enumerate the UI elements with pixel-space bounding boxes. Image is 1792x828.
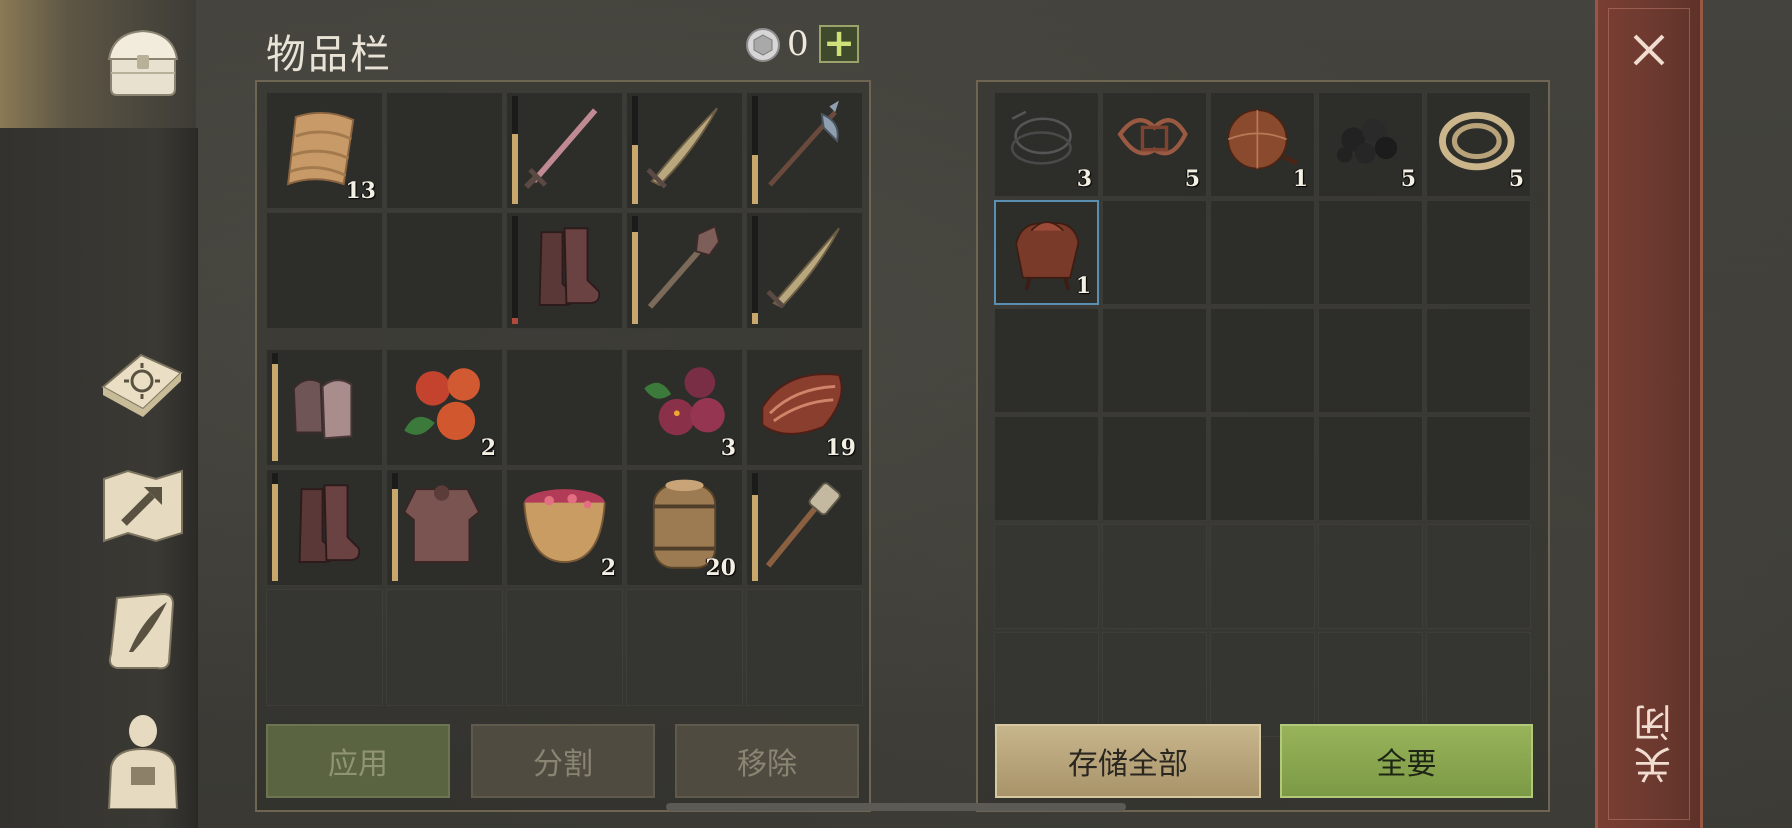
item-quantity: 1 xyxy=(1075,273,1091,299)
empty-slot[interactable] xyxy=(994,308,1099,413)
item-quantity: 3 xyxy=(720,435,736,461)
item-quantity: 19 xyxy=(825,435,856,461)
item-quantity: 5 xyxy=(1508,166,1524,192)
item-slot[interactable] xyxy=(746,469,863,586)
empty-slot[interactable] xyxy=(1210,632,1315,737)
empty-slot[interactable] xyxy=(1210,200,1315,305)
page-title: 物品栏 xyxy=(266,32,392,78)
empty-slot[interactable] xyxy=(386,589,503,706)
item-slot[interactable]: 3 xyxy=(626,349,743,466)
currency-value: 0 xyxy=(787,24,809,64)
item-slot[interactable]: 5 xyxy=(1102,92,1207,197)
empty-slot[interactable] xyxy=(1318,308,1423,413)
item-slot[interactable] xyxy=(746,212,863,329)
scrollbar[interactable] xyxy=(666,803,1126,811)
equipment-grid: 13 xyxy=(266,92,863,329)
store-all-button[interactable]: 存储全部 xyxy=(995,724,1261,798)
item-slot[interactable] xyxy=(386,469,503,586)
item-slot[interactable]: 1 xyxy=(994,200,1099,305)
item-slot[interactable]: 2 xyxy=(506,469,623,586)
empty-slot[interactable] xyxy=(506,349,623,466)
empty-slot[interactable] xyxy=(1318,632,1423,737)
item-slot[interactable] xyxy=(266,469,383,586)
chest-icon[interactable] xyxy=(98,18,188,108)
silver-coin-icon xyxy=(746,28,780,62)
item-slot[interactable]: 13 xyxy=(266,92,383,209)
empty-slot[interactable] xyxy=(1210,416,1315,521)
left-nav-divider xyxy=(196,128,198,828)
empty-slot[interactable] xyxy=(1426,416,1531,521)
empty-slot[interactable] xyxy=(994,524,1099,629)
item-slot[interactable]: 20 xyxy=(626,469,743,586)
item-quantity: 13 xyxy=(345,178,376,204)
item-slot[interactable] xyxy=(266,349,383,466)
item-slot[interactable]: 19 xyxy=(746,349,863,466)
item-quantity: 5 xyxy=(1400,166,1416,192)
empty-slot[interactable] xyxy=(1102,524,1207,629)
item-quantity: 1 xyxy=(1292,166,1308,192)
empty-slot[interactable] xyxy=(1426,308,1531,413)
item-slot[interactable]: 5 xyxy=(1318,92,1423,197)
empty-slot[interactable] xyxy=(506,589,623,706)
item-quantity: 2 xyxy=(600,555,616,581)
map-arrow-icon[interactable] xyxy=(98,460,188,550)
item-slot[interactable] xyxy=(626,92,743,209)
apply-button[interactable]: 应用 xyxy=(266,724,450,798)
item-quantity: 3 xyxy=(1076,166,1092,192)
empty-slot[interactable] xyxy=(626,589,743,706)
empty-slot[interactable] xyxy=(386,92,503,209)
character-icon[interactable] xyxy=(98,714,188,809)
empty-slot[interactable] xyxy=(266,212,383,329)
item-slot[interactable]: 1 xyxy=(1210,92,1315,197)
close-panel-frame xyxy=(1608,8,1690,820)
empty-slot[interactable] xyxy=(994,416,1099,521)
item-slot[interactable]: 5 xyxy=(1426,92,1531,197)
empty-slot[interactable] xyxy=(1102,632,1207,737)
empty-slot[interactable] xyxy=(1210,524,1315,629)
close-label[interactable]: 关闭 xyxy=(1628,700,1678,784)
item-slot[interactable] xyxy=(746,92,863,209)
item-quantity: 20 xyxy=(705,555,736,581)
add-currency-button[interactable]: + xyxy=(819,24,859,63)
sun-book-icon[interactable] xyxy=(96,334,186,424)
empty-slot[interactable] xyxy=(1210,308,1315,413)
item-slot[interactable]: 3 xyxy=(994,92,1099,197)
empty-slot[interactable] xyxy=(266,589,383,706)
item-quantity: 2 xyxy=(480,435,496,461)
split-button[interactable]: 分割 xyxy=(471,724,655,798)
take-all-button[interactable]: 全要 xyxy=(1280,724,1533,798)
storage-grid: 3 5 1 5 5 1 xyxy=(994,92,1531,737)
empty-slot[interactable] xyxy=(1318,524,1423,629)
empty-slot[interactable] xyxy=(1426,200,1531,305)
empty-slot[interactable] xyxy=(994,632,1099,737)
item-slot[interactable] xyxy=(506,92,623,209)
empty-slot[interactable] xyxy=(1102,200,1207,305)
empty-slot[interactable] xyxy=(746,589,863,706)
quill-scroll-icon[interactable] xyxy=(98,586,188,676)
empty-slot[interactable] xyxy=(1318,200,1423,305)
empty-slot[interactable] xyxy=(386,212,503,329)
item-slot[interactable] xyxy=(626,212,743,329)
item-slot[interactable]: 2 xyxy=(386,349,503,466)
remove-button[interactable]: 移除 xyxy=(675,724,859,798)
item-slot[interactable] xyxy=(506,212,623,329)
empty-slot[interactable] xyxy=(1426,632,1531,737)
empty-slot[interactable] xyxy=(1102,416,1207,521)
backpack-grid: 2 3 19 2 20 xyxy=(266,349,863,706)
empty-slot[interactable] xyxy=(1426,524,1531,629)
empty-slot[interactable] xyxy=(1318,416,1423,521)
close-icon[interactable] xyxy=(1629,30,1669,70)
empty-slot[interactable] xyxy=(1102,308,1207,413)
item-quantity: 5 xyxy=(1184,166,1200,192)
